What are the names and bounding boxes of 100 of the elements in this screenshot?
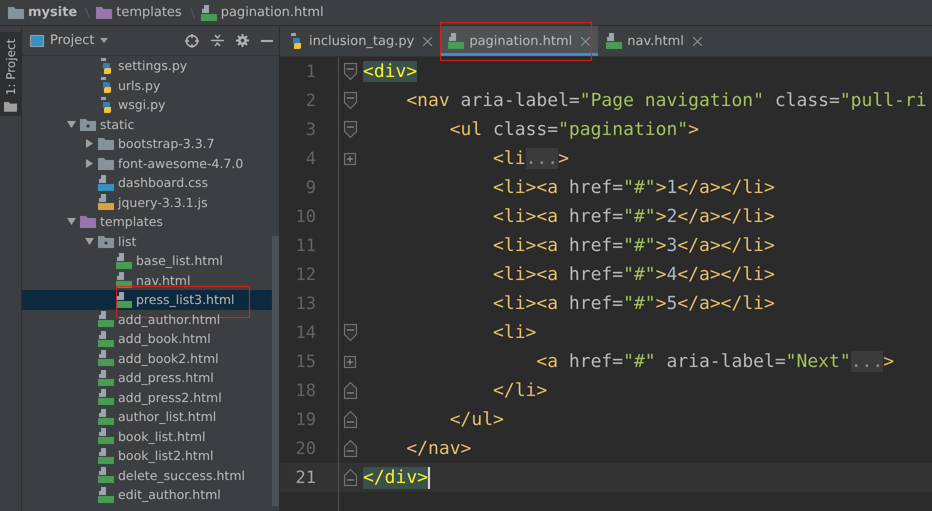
editor-tab[interactable]: inclusion_tag.py: [280, 26, 440, 56]
tree-item[interactable]: wsgi.py: [22, 95, 272, 114]
tree-item[interactable]: urls.py: [22, 76, 272, 95]
code-line: </ul>: [448, 409, 504, 430]
line-number: 2: [304, 90, 317, 110]
close-icon[interactable]: [692, 36, 702, 46]
line-number: 9: [304, 178, 317, 198]
fold-end-icon[interactable]: [344, 469, 356, 486]
expanded-arrow-icon[interactable]: [66, 217, 76, 226]
python-file-icon: [98, 58, 114, 74]
folder-icon: [98, 234, 114, 248]
html-file-icon: [98, 370, 114, 386]
tree-item[interactable]: add_book2.html: [22, 348, 272, 368]
collapse-all-icon[interactable]: [211, 34, 224, 47]
tree-item[interactable]: add_press.html: [22, 368, 272, 388]
tree-item[interactable]: delete_success.html: [22, 466, 272, 485]
tree-item[interactable]: templates: [22, 212, 272, 232]
html-file-icon: [116, 272, 132, 288]
minimize-icon[interactable]: [261, 40, 273, 42]
unfold-icon[interactable]: [344, 152, 356, 164]
scrollbar[interactable]: [272, 236, 279, 506]
tree-item[interactable]: add_book.html: [22, 329, 272, 348]
html-file-icon: [200, 4, 217, 20]
editor-tab[interactable]: nav.html: [598, 26, 710, 56]
line-number: 3: [304, 120, 317, 140]
fold-icon[interactable]: [344, 63, 356, 80]
tree-item[interactable]: static: [22, 114, 272, 134]
html-file-icon: [116, 252, 132, 269]
line-number: 20: [294, 438, 317, 458]
line-number: 15: [294, 352, 317, 372]
tree-item[interactable]: dashboard.css: [22, 173, 272, 192]
python-file-icon: [288, 33, 304, 49]
fold-icon[interactable]: [344, 121, 356, 138]
expanded-arrow-icon[interactable]: [84, 236, 94, 246]
fold-icon[interactable]: [344, 92, 356, 109]
tree-item[interactable]: list: [22, 232, 272, 251]
collapsed-arrow-icon[interactable]: [84, 139, 94, 148]
folder-icon: [98, 156, 114, 170]
close-icon[interactable]: [423, 36, 432, 46]
line-number: 10: [294, 206, 317, 226]
breadcrumb-item[interactable]: templates: [96, 5, 182, 20]
code-line: <a href="#" aria-label="Next"...>: [535, 351, 894, 372]
code-line: <li><a href="#">1</a></li>: [492, 177, 775, 198]
css-file-icon: [98, 174, 114, 191]
folder-icon: [80, 215, 96, 228]
fold-end-icon[interactable]: [344, 411, 356, 428]
tree-item[interactable]: book_list.html: [22, 426, 272, 446]
unfold-icon[interactable]: [344, 356, 356, 368]
code-line: <nav aria-label="Page navigation" class="pull-ri: [405, 90, 927, 111]
caret-icon: [100, 38, 108, 43]
expanded-arrow-icon[interactable]: [66, 120, 76, 129]
project-tool-button[interactable]: 1: Project: [0, 32, 21, 116]
html-file-icon: [98, 428, 114, 444]
text-cursor: [428, 466, 430, 488]
line-number: 18: [294, 380, 317, 400]
line-number: 4: [304, 148, 317, 168]
code-line: </nav>: [405, 438, 472, 459]
folder-icon: [80, 118, 96, 131]
line-number: 19: [294, 410, 317, 430]
tree-item[interactable]: add_press2.html: [22, 388, 272, 407]
folder-icon: [4, 101, 17, 112]
folder-icon: [8, 6, 24, 19]
breadcrumb-item[interactable]: mysite: [8, 5, 78, 20]
fold-end-icon[interactable]: [344, 440, 356, 457]
html-file-icon: [98, 350, 114, 366]
tree-item[interactable]: author_list.html: [22, 407, 272, 426]
fold-end-icon[interactable]: [344, 382, 356, 399]
line-number: 13: [294, 294, 317, 314]
tree-item[interactable]: edit_author.html: [22, 485, 272, 504]
html-file-icon: [98, 486, 114, 503]
html-file-icon: [98, 467, 114, 484]
html-file-icon: [116, 292, 132, 308]
tree-item[interactable]: jquery-3.3.1.js: [22, 192, 272, 212]
locate-icon[interactable]: [185, 34, 199, 48]
tree-item[interactable]: bootstrap-3.3.7: [22, 134, 272, 154]
fold-icon[interactable]: [344, 324, 356, 341]
folder-icon: [96, 6, 112, 19]
code-line: <li><a href="#">4</a></li>: [492, 264, 775, 285]
line-number: 11: [294, 236, 317, 256]
code-line: <li>: [492, 322, 536, 343]
code-line: <ul class="pagination">: [448, 119, 699, 140]
code-line: <li><a href="#">2</a></li>: [492, 206, 775, 227]
python-file-icon: [98, 96, 114, 113]
html-file-icon: [448, 33, 464, 49]
folder-icon: [98, 137, 114, 150]
collapsed-arrow-icon[interactable]: [84, 158, 94, 168]
window-icon: [30, 34, 44, 46]
tree-item[interactable]: settings.py: [22, 56, 272, 76]
breadcrumb-item[interactable]: pagination.html: [200, 4, 324, 20]
tree-item[interactable]: book_list2.html: [22, 446, 272, 466]
tree-item[interactable]: base_list.html: [22, 251, 272, 270]
project-view-dropdown[interactable]: Project: [30, 33, 179, 48]
html-file-icon: [98, 448, 114, 464]
tree-item[interactable]: font-awesome-4.7.0: [22, 154, 272, 173]
settings-icon[interactable]: [236, 34, 249, 47]
tree-item[interactable]: nav.html: [22, 270, 272, 290]
tree-item[interactable]: press_list3.html: [22, 290, 272, 310]
code-line: <li><a href="#">3</a></li>: [492, 235, 775, 256]
line-number: 1: [304, 62, 317, 82]
code-line: <li...>: [492, 148, 569, 169]
